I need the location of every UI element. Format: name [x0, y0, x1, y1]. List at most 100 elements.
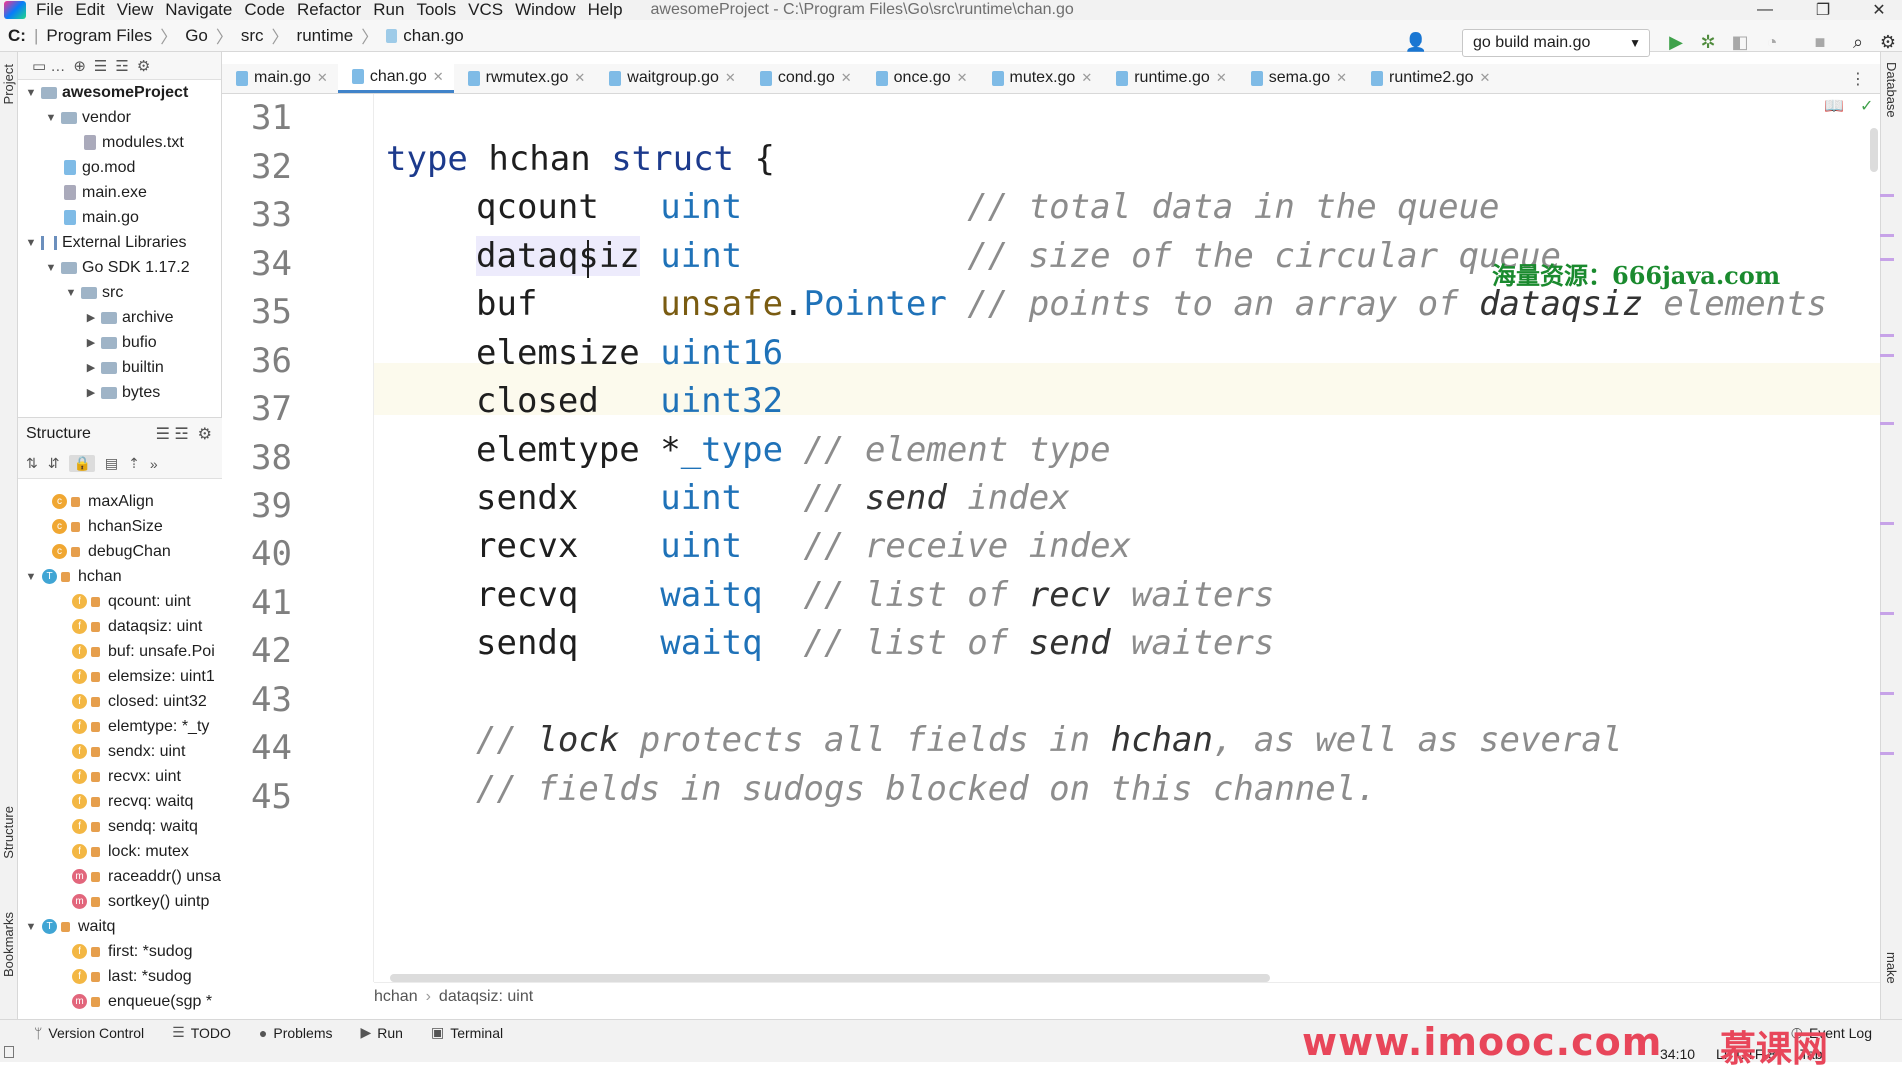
tree-item-root[interactable]: ▼ awesomeProject [18, 80, 221, 105]
settings-icon[interactable]: ⚙ [1876, 30, 1900, 54]
structure-item[interactable]: f buf: unsafe.Poi [18, 639, 222, 664]
tree-item-bufio[interactable]: ▶ bufio [18, 330, 221, 355]
structure-item[interactable]: f elemtype: *_ty [18, 714, 222, 739]
terminal-button[interactable]: ▣ Terminal [431, 1024, 503, 1041]
structure-item[interactable]: c debugChan [18, 539, 222, 564]
horizontal-scrollbar[interactable] [390, 974, 1270, 982]
make-tool-label[interactable]: make [1884, 952, 1899, 984]
chevron-right-icon[interactable]: ▶ [84, 311, 98, 324]
reader-mode-icon[interactable]: 📖 [1824, 96, 1844, 116]
chevron-down-icon[interactable]: ▼ [24, 921, 38, 933]
tab-rwmutex-go[interactable]: rwmutex.go ✕ [454, 63, 596, 93]
tree-item-external-libraries[interactable]: ▼ External Libraries [18, 230, 221, 255]
tab-chan-go[interactable]: chan.go ✕ [337, 63, 454, 93]
structure-item[interactable]: m sortkey() uintp [18, 889, 222, 914]
status-square-icon[interactable] [4, 1046, 14, 1058]
close-tab-icon[interactable]: ✕ [957, 70, 968, 86]
tab-cond-go[interactable]: cond.go ✕ [746, 63, 862, 93]
structure-item[interactable]: f qcount: uint [18, 589, 222, 614]
tree-item-maingo[interactable]: main.go [18, 205, 221, 230]
todo-button[interactable]: ☰ TODO [172, 1024, 231, 1041]
chevron-right-icon[interactable]: ▶ [84, 336, 98, 349]
tree-item-bytes[interactable]: ▶ bytes [18, 380, 221, 405]
drive-crumb[interactable]: C: [8, 26, 26, 46]
chevron-down-icon[interactable]: ▼ [24, 571, 38, 583]
close-tab-icon[interactable]: ✕ [317, 70, 328, 86]
menu-edit[interactable]: Edit [69, 0, 110, 20]
tree-item-mainexe[interactable]: main.exe [18, 180, 221, 205]
structure-item[interactable]: f dataqsiz: uint [18, 614, 222, 639]
menu-run[interactable]: Run [367, 0, 410, 20]
sort-alpha-icon[interactable]: ⇅ [26, 455, 38, 472]
close-tab-icon[interactable]: ✕ [1480, 70, 1491, 86]
search-icon[interactable]: ⌕ [1846, 30, 1870, 54]
profile-icon[interactable]: ◔ [1760, 30, 1784, 54]
view-selector-icon[interactable]: ▭ … [32, 57, 65, 75]
structure-item[interactable]: f elemsize: uint1 [18, 664, 222, 689]
crumb-go[interactable]: Go [185, 26, 208, 46]
structure-item[interactable]: c hchanSize [18, 514, 222, 539]
locate-icon[interactable]: ⊕ [73, 57, 86, 75]
restore-icon[interactable]: ❐ [1800, 0, 1846, 20]
caret-position[interactable]: 34:10 [1660, 1046, 1695, 1062]
close-tab-icon[interactable]: ✕ [841, 70, 852, 86]
project-tool-label[interactable]: Project [1, 64, 16, 104]
close-tab-icon[interactable]: ✕ [1216, 70, 1227, 86]
debug-icon[interactable]: ✲ [1696, 30, 1720, 54]
bookmarks-tool-label[interactable]: Bookmarks [1, 912, 16, 977]
user-icon[interactable]: 👤 [1404, 30, 1428, 54]
structure-item[interactable]: m raceaddr() unsa [18, 864, 222, 889]
structure-item[interactable]: f closed: uint32 [18, 689, 222, 714]
structure-item[interactable]: f first: *sudog [18, 939, 222, 964]
close-tab-icon[interactable]: ✕ [1336, 70, 1347, 86]
close-tab-icon[interactable]: ✕ [433, 69, 444, 85]
menu-refactor[interactable]: Refactor [291, 0, 367, 20]
structure-actions-icon[interactable]: ☰ ☲ ⚙ [156, 424, 212, 444]
structure-tool-label[interactable]: Structure [1, 806, 16, 859]
run-tool-button[interactable]: ▶ Run [361, 1024, 403, 1041]
close-icon[interactable]: ✕ [1856, 0, 1902, 20]
vertical-scrollbar[interactable] [1870, 128, 1878, 172]
crumb-runtime[interactable]: runtime [297, 26, 354, 46]
menu-help[interactable]: Help [582, 0, 629, 20]
menu-code[interactable]: Code [238, 0, 291, 20]
structure-item[interactable]: ▼ Thchan [18, 564, 222, 589]
breadcrumb-field[interactable]: dataqsiz: uint [439, 988, 533, 1006]
chevron-down-icon[interactable]: ▼ [24, 237, 38, 249]
run-configuration-select[interactable]: go build main.go ▼ [1462, 29, 1650, 57]
structure-item[interactable]: f recvq: waitq [18, 789, 222, 814]
crumb-program-files[interactable]: Program Files [46, 26, 152, 46]
database-tool-label[interactable]: Database [1884, 62, 1899, 118]
run-icon[interactable]: ▶ [1664, 30, 1688, 54]
chevron-down-icon[interactable]: ▼ [44, 112, 58, 124]
navigate-up-icon[interactable]: ⇡ [128, 455, 140, 472]
structure-item[interactable]: m enqueue(sgp * [18, 989, 222, 1014]
menu-file[interactable]: File [30, 0, 69, 20]
version-control-button[interactable]: ᛘ Version Control [34, 1025, 144, 1041]
menu-window[interactable]: Window [509, 0, 581, 20]
structure-item[interactable]: f sendx: uint [18, 739, 222, 764]
breadcrumb-hchan[interactable]: hchan [374, 988, 418, 1006]
chevron-down-icon[interactable]: ▼ [64, 287, 78, 299]
menu-tools[interactable]: Tools [410, 0, 462, 20]
tab-waitgroup-go[interactable]: waitgroup.go ✕ [595, 63, 746, 93]
structure-item[interactable]: f lock: mutex [18, 839, 222, 864]
show-private-icon[interactable]: 🔒 [69, 455, 95, 472]
menu-view[interactable]: View [111, 0, 160, 20]
menu-vcs[interactable]: VCS [462, 0, 509, 20]
tab-runtime-go[interactable]: runtime.go ✕ [1102, 63, 1237, 93]
chevron-down-icon[interactable]: ▼ [44, 262, 58, 274]
chevron-right-icon[interactable]: ▶ [84, 386, 98, 399]
close-tab-icon[interactable]: ✕ [725, 70, 736, 86]
crumb-src[interactable]: src [241, 26, 264, 46]
tab-main-go[interactable]: main.go ✕ [222, 63, 338, 93]
tree-item-archive[interactable]: ▶ archive [18, 305, 221, 330]
tree-item-go-sdk[interactable]: ▼ Go SDK 1.17.2 [18, 255, 221, 280]
crumb-chan-go[interactable]: chan.go [403, 26, 464, 46]
close-tab-icon[interactable]: ✕ [574, 70, 585, 86]
collapse-all-icon[interactable]: ☲ [115, 57, 128, 75]
structure-item[interactable]: f last: *sudog [18, 964, 222, 989]
tab-menu-icon[interactable]: ⋮ [1850, 69, 1866, 89]
coverage-icon[interactable]: ◧ [1728, 30, 1752, 54]
more-icon[interactable]: » [150, 456, 158, 472]
